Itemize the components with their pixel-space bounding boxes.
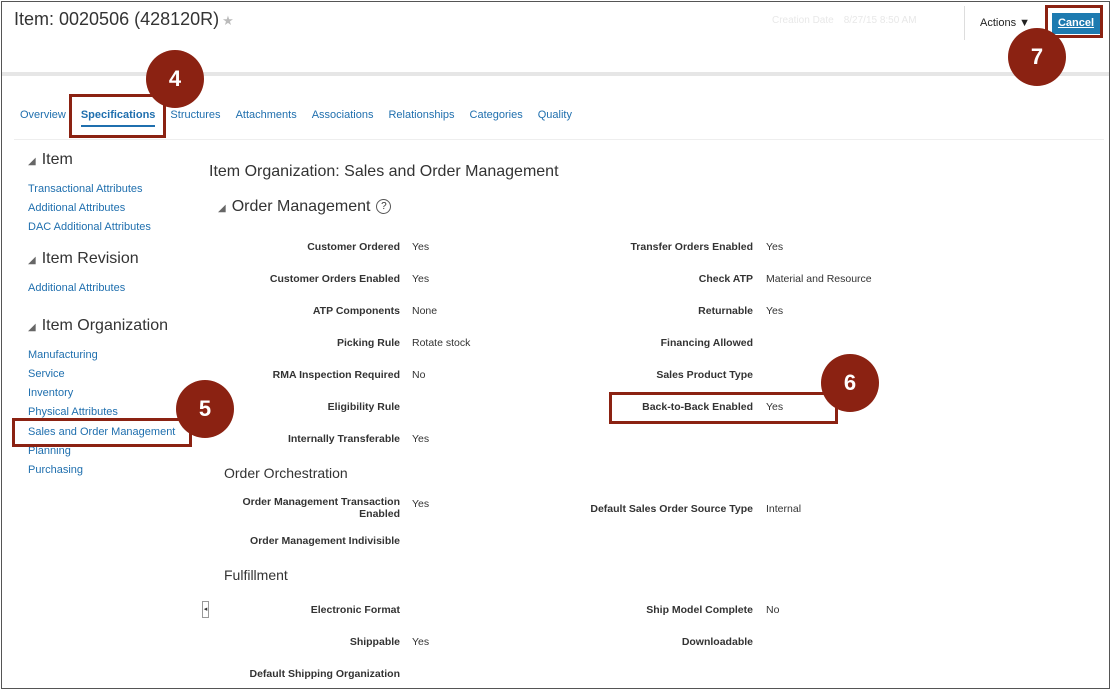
field-label: Default Sales Order Source Type xyxy=(590,503,753,515)
favorite-star-icon[interactable]: ★ xyxy=(222,13,234,28)
field-label: Internally Transferable xyxy=(287,433,400,445)
section-fulfillment: Fulfillment xyxy=(224,567,288,583)
field-label: Sales Product Type xyxy=(656,369,753,381)
sidebar-link[interactable]: Additional Attributes xyxy=(28,282,125,294)
sidebar-link[interactable]: Transactional Attributes xyxy=(28,183,143,195)
field-label: Downloadable xyxy=(681,636,753,648)
field-label: RMA Inspection Required xyxy=(272,369,400,381)
collapse-triangle-icon: ◢ xyxy=(28,255,36,266)
callout-4: 4 xyxy=(146,50,204,108)
collapse-pane-handle[interactable]: ◂ xyxy=(202,601,209,618)
field-label: Ship Model Complete xyxy=(646,604,753,616)
field-label: Returnable xyxy=(698,305,753,317)
tab-associations[interactable]: Associations xyxy=(312,109,374,127)
field-value: No xyxy=(766,604,780,616)
actions-menu[interactable]: Actions ▼ xyxy=(980,17,1030,29)
field-label: Financing Allowed xyxy=(660,337,753,349)
actions-label: Actions xyxy=(980,17,1017,29)
section-title: Item xyxy=(41,151,73,168)
tab-quality[interactable]: Quality xyxy=(538,109,572,127)
field-value: Yes xyxy=(412,273,430,285)
field-label: Customer Ordered xyxy=(307,241,400,253)
sidebar-link[interactable]: DAC Additional Attributes xyxy=(28,221,151,233)
help-icon[interactable]: ? xyxy=(376,199,392,214)
sidebar-link[interactable]: Manufacturing xyxy=(28,349,98,361)
sidebar-section-organization[interactable]: ◢ Item Organization xyxy=(28,317,168,335)
field-label: Eligibility Rule xyxy=(327,401,400,413)
collapse-triangle-icon: ◢ xyxy=(218,203,226,214)
field-value: Yes xyxy=(766,305,784,317)
field-value: Yes xyxy=(412,498,430,510)
item-title: Item: 0020506 (428120R) xyxy=(14,9,220,29)
field-value: Rotate stock xyxy=(412,337,471,349)
field-label: Shippable xyxy=(349,636,400,648)
field-value: Yes xyxy=(412,433,430,445)
collapse-triangle-icon: ◢ xyxy=(28,322,36,333)
field-label: Picking Rule xyxy=(336,337,400,349)
field-label: Default Shipping Organization xyxy=(249,668,401,680)
sidebar-section-item[interactable]: ◢ Item xyxy=(28,151,73,169)
field-value: Yes xyxy=(412,241,430,253)
divider xyxy=(964,6,965,40)
field-value: None xyxy=(412,305,438,317)
caret-down-icon: ▼ xyxy=(1019,17,1031,29)
tab-attachments[interactable]: Attachments xyxy=(236,109,297,127)
field-label: Order Management Transaction Enabled xyxy=(242,496,400,520)
tab-relationships[interactable]: Relationships xyxy=(388,109,454,127)
callout-6: 6 xyxy=(821,354,879,412)
field-label: Order Management Indivisible xyxy=(250,535,400,547)
section-title: Order Management xyxy=(231,198,371,215)
highlight-box-specifications xyxy=(69,94,166,138)
creation-date-label: Creation Date xyxy=(772,15,834,26)
tab-categories[interactable]: Categories xyxy=(470,109,523,127)
sidebar-section-revision[interactable]: ◢ Item Revision xyxy=(28,250,139,268)
field-label: ATP Components xyxy=(312,305,400,317)
collapse-triangle-icon: ◢ xyxy=(28,156,36,167)
main-title: Item Organization: Sales and Order Manag… xyxy=(209,163,559,180)
field-value: Yes xyxy=(766,241,784,253)
field-label: Check ATP xyxy=(698,273,753,285)
highlight-box-back-to-back xyxy=(609,392,838,424)
section-order-management[interactable]: ◢ Order Management? xyxy=(218,198,392,216)
field-label: Customer Orders Enabled xyxy=(269,273,400,285)
section-order-orchestration: Order Orchestration xyxy=(224,465,348,481)
divider xyxy=(14,139,1104,140)
field-value: No xyxy=(412,369,426,381)
field-value: Internal xyxy=(766,503,802,515)
field-value: Material and Resource xyxy=(766,273,872,285)
sidebar-link[interactable]: Additional Attributes xyxy=(28,202,125,214)
page-title: Item: 0020506 (428120R) ★ xyxy=(14,9,234,30)
section-title: Item Organization xyxy=(41,317,168,334)
field-value: Yes xyxy=(412,636,430,648)
tab-structures[interactable]: Structures xyxy=(170,109,220,127)
sidebar-link[interactable]: Purchasing xyxy=(28,464,83,476)
highlight-box-sales-order xyxy=(12,418,192,447)
sidebar-link[interactable]: Inventory xyxy=(28,387,73,399)
field-label: Electronic Format xyxy=(310,604,400,616)
callout-7: 7 xyxy=(1008,28,1066,86)
sidebar-link[interactable]: Service xyxy=(28,368,65,380)
callout-5: 5 xyxy=(176,380,234,438)
sidebar-link[interactable]: Physical Attributes xyxy=(28,406,118,418)
creation-date: Creation Date 8/27/15 8:50 AM xyxy=(772,15,927,26)
field-label: Transfer Orders Enabled xyxy=(630,241,753,253)
tab-overview[interactable]: Overview xyxy=(20,109,66,127)
section-title: Item Revision xyxy=(41,250,139,267)
creation-date-value: 8/27/15 8:50 AM xyxy=(843,15,917,26)
